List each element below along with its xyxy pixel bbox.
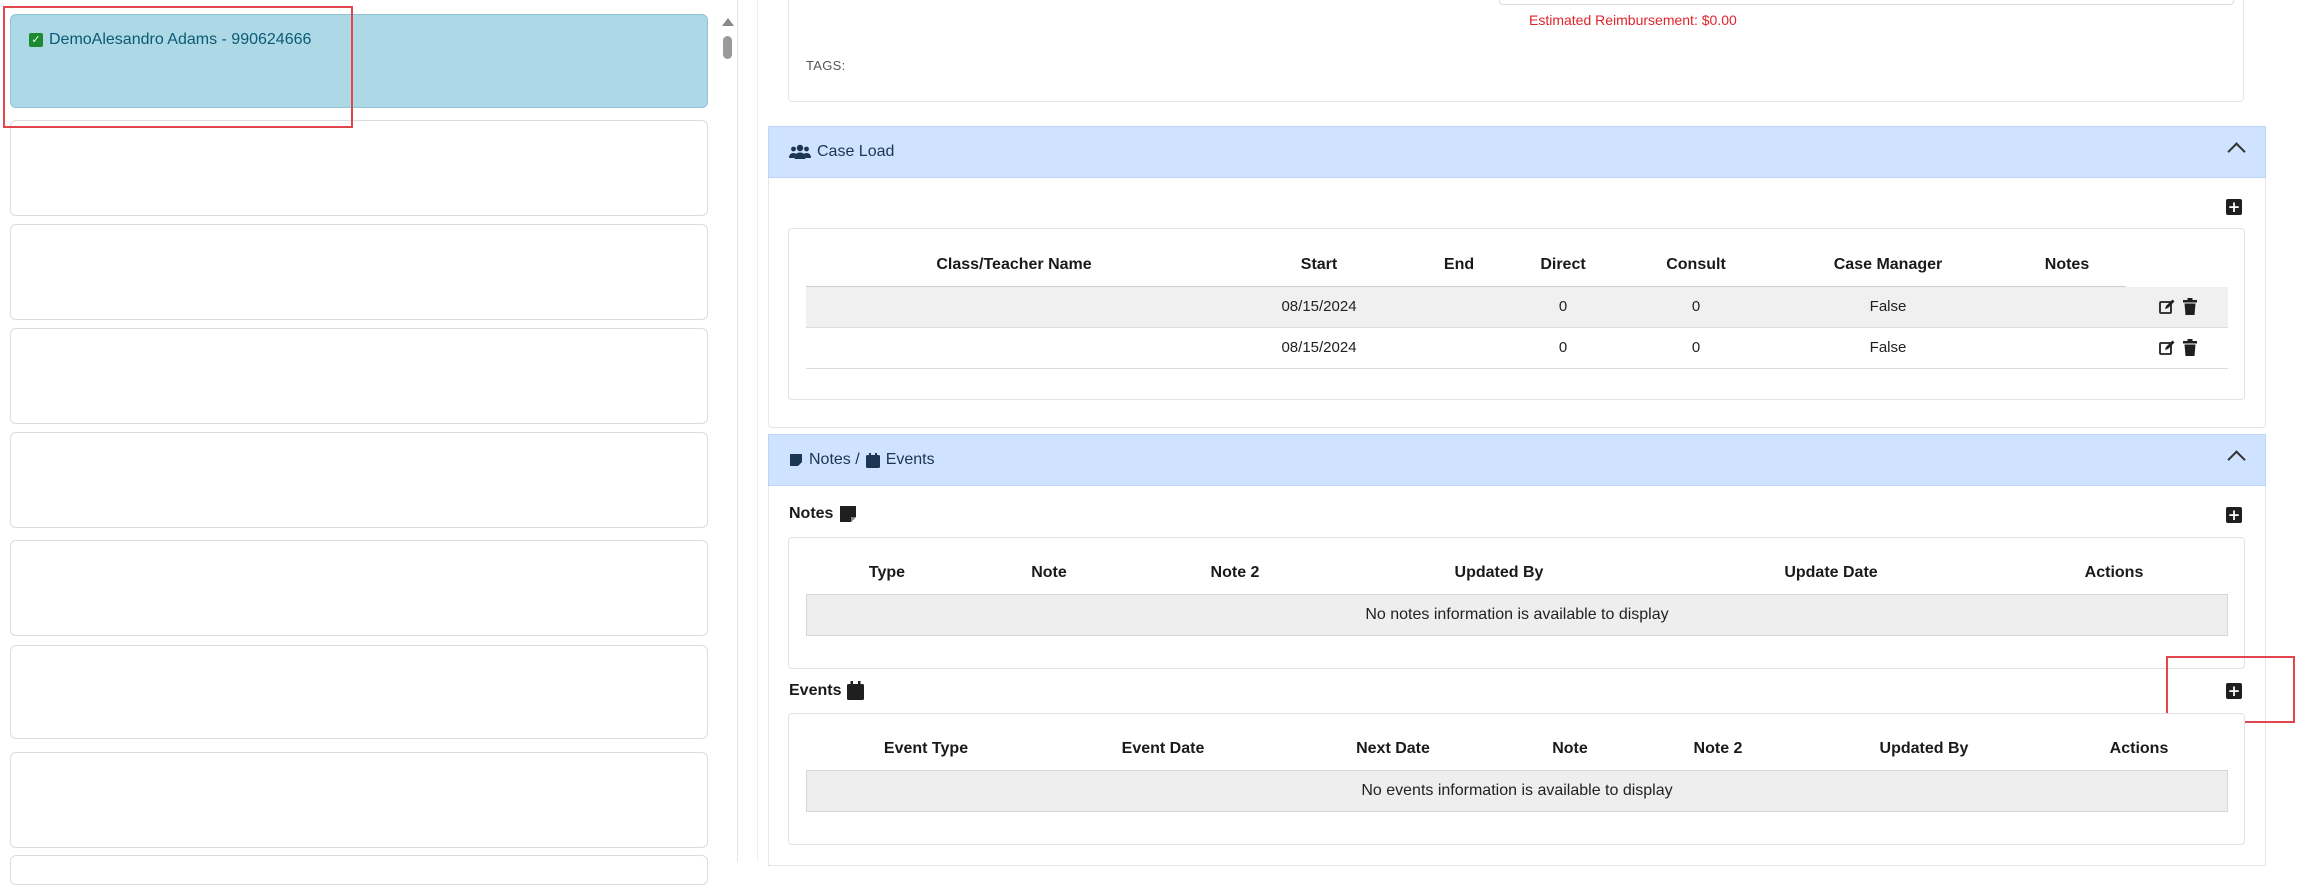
col-update-date: Update Date: [1784, 564, 1878, 581]
scrollbar-thumb[interactable]: [723, 36, 732, 59]
col-class-teacher: Class/Teacher Name: [936, 256, 1092, 273]
col-event-date: Event Date: [1121, 740, 1205, 757]
notes-title: Notes: [789, 505, 834, 522]
col-note-2: Note 2: [1693, 740, 1743, 757]
col-note-2: Note 2: [1210, 564, 1260, 581]
divider: [740, 0, 758, 862]
cell-direct: 0: [1558, 339, 1568, 356]
col-consult: Consult: [1666, 256, 1726, 273]
col-next-date: Next Date: [1356, 740, 1430, 757]
col-actions: Actions: [2109, 740, 2169, 757]
sticky-note-icon: [790, 454, 802, 466]
chevron-up-icon[interactable]: [2227, 450, 2246, 469]
calendar-icon: [865, 452, 880, 468]
col-event-type: Event Type: [883, 740, 969, 757]
events-header-label: Events: [885, 451, 935, 468]
table-row: 08/15/2024 0 0 False: [806, 287, 2228, 328]
student-card-empty[interactable]: [10, 328, 708, 424]
annotation-box: [3, 6, 353, 128]
student-card-empty[interactable]: [10, 432, 708, 528]
scroll-up-arrow-icon[interactable]: [722, 18, 734, 26]
col-case-manager: Case Manager: [1833, 256, 1943, 273]
tags-label: TAGS:: [806, 58, 846, 73]
col-notes: Notes: [2044, 256, 2090, 273]
case-load-title: Case Load: [817, 143, 895, 160]
col-note: Note: [1031, 564, 1067, 581]
case-load-header[interactable]: Case Load: [768, 126, 2266, 178]
cell-case-manager: False: [1869, 298, 1907, 315]
estimated-reimbursement: Estimated Reimbursement: $0.00: [1529, 12, 1737, 28]
notes-empty-message: No notes information is available to dis…: [806, 594, 2228, 636]
events-title: Events: [789, 681, 842, 699]
col-type: Type: [868, 564, 906, 581]
sticky-note-icon: [840, 506, 857, 522]
cell-direct: 0: [1558, 298, 1568, 315]
student-card-empty[interactable]: [10, 752, 708, 848]
cell-case-manager: False: [1869, 339, 1907, 356]
cell-start: 08/15/2024: [1281, 298, 1357, 315]
table-row: 08/15/2024 0 0 False: [806, 328, 2228, 369]
notes-subsection-title: Notes: [789, 505, 857, 523]
add-note-button[interactable]: +: [2226, 507, 2242, 523]
trash-icon[interactable]: [2183, 298, 2197, 315]
users-icon: [789, 144, 811, 159]
col-direct: Direct: [1540, 256, 1586, 273]
trash-icon[interactable]: [2183, 339, 2197, 356]
edit-icon[interactable]: [2159, 340, 2175, 356]
cell-start: 08/15/2024: [1281, 339, 1357, 356]
student-card-empty[interactable]: [10, 855, 708, 885]
cell-consult: 0: [1691, 339, 1701, 356]
col-actions: Actions: [2084, 564, 2144, 581]
notes-events-header[interactable]: Notes / Events: [768, 434, 2266, 486]
events-empty-message: No events information is available to di…: [806, 770, 2228, 812]
student-card-empty[interactable]: [10, 645, 708, 739]
student-card-empty[interactable]: [10, 540, 708, 636]
events-subsection-title: Events: [789, 681, 865, 700]
calendar-icon: [847, 681, 865, 700]
chevron-up-icon[interactable]: [2227, 142, 2246, 161]
scrollbar[interactable]: [719, 10, 737, 862]
student-list-pane: ✓ DemoAlesandro Adams - 990624666: [0, 0, 738, 885]
student-card-empty[interactable]: [10, 120, 708, 216]
cell-consult: 0: [1691, 298, 1701, 315]
details-panel: Estimated Reimbursement: $0.00 TAGS:: [788, 0, 2244, 102]
student-card-empty[interactable]: [10, 224, 708, 320]
edit-icon[interactable]: [2159, 299, 2175, 315]
reimbursement-field: [1499, 0, 2234, 5]
col-updated-by: Updated By: [1879, 740, 1969, 757]
col-end: End: [1443, 256, 1475, 273]
col-start: Start: [1300, 256, 1338, 273]
col-note: Note: [1552, 740, 1588, 757]
col-updated-by: Updated By: [1454, 564, 1544, 581]
notes-header-label: Notes /: [809, 451, 860, 468]
add-case-load-button[interactable]: +: [2226, 199, 2242, 215]
